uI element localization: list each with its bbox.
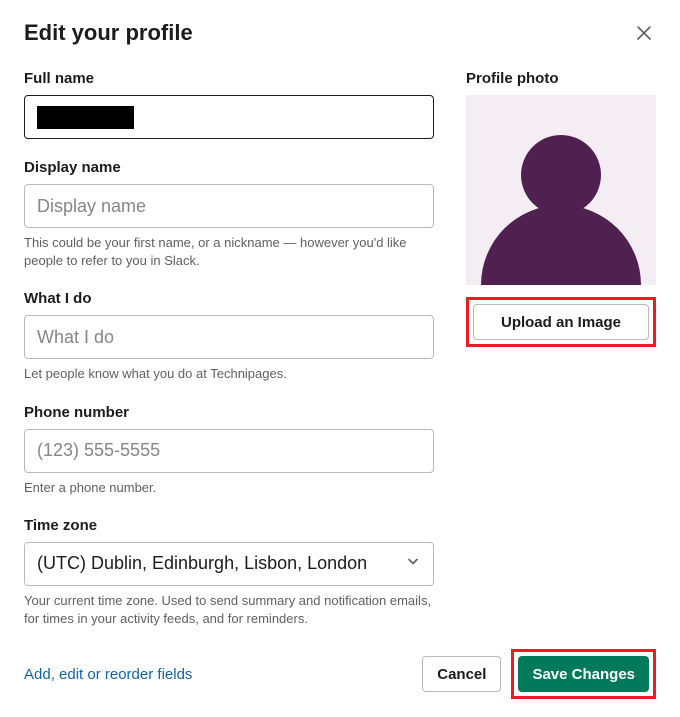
timezone-value: (UTC) Dublin, Edinburgh, Lisbon, London bbox=[37, 553, 367, 574]
display-name-field: Display name This could be your first na… bbox=[24, 159, 434, 270]
timezone-select[interactable]: (UTC) Dublin, Edinburgh, Lisbon, London bbox=[24, 542, 434, 586]
reorder-fields-link[interactable]: Add, edit or reorder fields bbox=[24, 666, 192, 683]
modal-header: Edit your profile bbox=[24, 20, 656, 46]
modal-title: Edit your profile bbox=[24, 20, 193, 46]
phone-helper: Enter a phone number. bbox=[24, 479, 434, 497]
phone-input[interactable] bbox=[24, 429, 434, 473]
display-name-input[interactable] bbox=[24, 184, 434, 228]
edit-profile-modal: Edit your profile Full name Display name… bbox=[0, 0, 680, 672]
timezone-helper: Your current time zone. Used to send sum… bbox=[24, 592, 434, 628]
save-changes-button[interactable]: Save Changes bbox=[518, 656, 649, 692]
upload-highlight: Upload an Image bbox=[466, 297, 656, 347]
display-name-label: Display name bbox=[24, 159, 434, 176]
what-i-do-helper: Let people know what you do at Technipag… bbox=[24, 365, 434, 383]
what-i-do-field: What I do Let people know what you do at… bbox=[24, 290, 434, 383]
photo-column: Profile photo Upload an Image bbox=[466, 70, 656, 648]
timezone-field: Time zone (UTC) Dublin, Edinburgh, Lisbo… bbox=[24, 517, 434, 628]
phone-field: Phone number Enter a phone number. bbox=[24, 404, 434, 497]
close-button[interactable] bbox=[632, 21, 656, 45]
modal-content: Full name Display name This could be you… bbox=[24, 70, 656, 648]
display-name-helper: This could be your first name, or a nick… bbox=[24, 234, 434, 270]
footer-actions: Cancel Save Changes bbox=[422, 649, 656, 699]
form-column: Full name Display name This could be you… bbox=[24, 70, 434, 648]
save-highlight: Save Changes bbox=[511, 649, 656, 699]
what-i-do-label: What I do bbox=[24, 290, 434, 307]
close-icon bbox=[636, 25, 652, 41]
full-name-input[interactable] bbox=[24, 95, 434, 139]
timezone-label: Time zone bbox=[24, 517, 434, 534]
modal-footer: Add, edit or reorder fields Cancel Save … bbox=[24, 649, 656, 699]
full-name-redacted-value bbox=[37, 106, 134, 129]
what-i-do-input[interactable] bbox=[24, 315, 434, 359]
profile-photo-label: Profile photo bbox=[466, 70, 656, 87]
upload-image-button[interactable]: Upload an Image bbox=[473, 304, 649, 340]
full-name-field: Full name bbox=[24, 70, 434, 139]
cancel-button[interactable]: Cancel bbox=[422, 656, 501, 692]
full-name-label: Full name bbox=[24, 70, 434, 87]
phone-label: Phone number bbox=[24, 404, 434, 421]
avatar-icon bbox=[476, 115, 646, 285]
avatar-placeholder bbox=[466, 95, 656, 285]
